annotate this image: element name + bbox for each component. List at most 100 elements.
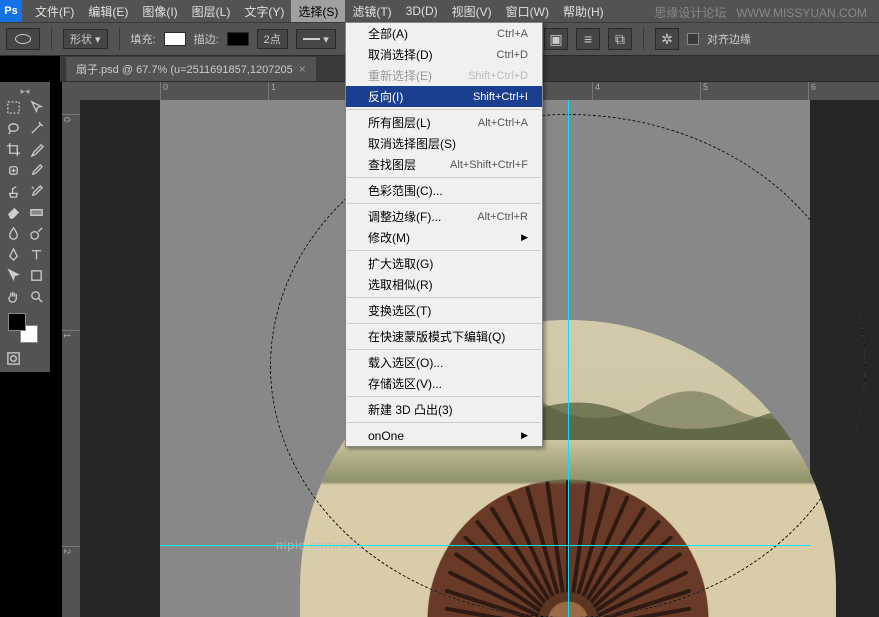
menu-item[interactable]: 变换选区(T) — [346, 300, 542, 321]
guide-horizontal[interactable] — [160, 545, 810, 546]
menu-item-label: 载入选区(O)... — [368, 354, 443, 371]
menu-item[interactable]: 在快速蒙版模式下编辑(Q) — [346, 326, 542, 347]
dodge-tool[interactable] — [25, 223, 47, 243]
menu-item-label: onOne — [368, 429, 404, 443]
brush-tool[interactable] — [25, 160, 47, 180]
menu-item[interactable]: 选取相似(R) — [346, 274, 542, 295]
zoom-tool[interactable] — [25, 286, 47, 306]
menu-item[interactable]: 载入选区(O)... — [346, 352, 542, 373]
menu-item[interactable]: 反向(I)Shift+Ctrl+I — [346, 86, 542, 107]
healing-brush-tool[interactable] — [2, 160, 24, 180]
move-tool[interactable] — [25, 97, 47, 117]
pen-tool[interactable] — [2, 244, 24, 264]
document-tab[interactable]: 扇子.psd @ 67.7% (u=2511691857,1207205 × — [66, 57, 316, 81]
menu-item[interactable]: 取消选择(D)Ctrl+D — [346, 44, 542, 65]
menu-item-label: 变换选区(T) — [368, 302, 431, 319]
menu-3d[interactable]: 3D(D) — [399, 0, 445, 22]
menu-separator — [347, 422, 541, 423]
crop-tool[interactable] — [2, 139, 24, 159]
menu-item-label: 调整边缘(F)... — [368, 208, 441, 225]
menu-item-label: 重新选择(E) — [368, 67, 432, 84]
ruler-tick: 4 — [592, 82, 600, 100]
ruler-origin[interactable] — [62, 82, 80, 100]
geometry-options-button[interactable]: ✲ — [655, 28, 679, 50]
toolbox-grip[interactable]: ▸◂ — [2, 86, 48, 96]
menu-item[interactable]: 取消选择图层(S) — [346, 133, 542, 154]
align-edges-checkbox[interactable] — [687, 33, 699, 45]
menu-图像[interactable]: 图像(I) — [135, 0, 184, 22]
blur-tool[interactable] — [2, 223, 24, 243]
ruler-tick: 0 — [62, 114, 80, 122]
menu-图层[interactable]: 图层(L) — [185, 0, 238, 22]
path-alignment-button[interactable]: ≡ — [576, 28, 600, 50]
menu-item[interactable]: 修改(M) ▶ — [346, 227, 542, 248]
menu-item[interactable]: 查找图层Alt+Shift+Ctrl+F — [346, 154, 542, 175]
menu-选择[interactable]: 选择(S) — [291, 0, 345, 22]
ruler-tick: 2 — [62, 546, 80, 554]
menu-item-shortcut: Ctrl+A — [497, 28, 528, 40]
eraser-tool[interactable] — [2, 202, 24, 222]
toolbox: ▸◂ — [0, 82, 50, 372]
select-menu-dropdown: 全部(A) Ctrl+A 取消选择(D)Ctrl+D重新选择(E)Shift+Ctr… — [345, 22, 543, 447]
menu-item-label: 新建 3D 凸出(3) — [368, 401, 453, 418]
ruler-tick: 5 — [700, 82, 708, 100]
stroke-swatch[interactable] — [227, 32, 249, 46]
path-selection-tool[interactable] — [2, 265, 24, 285]
menu-文字[interactable]: 文字(Y) — [237, 0, 291, 22]
menu-帮助[interactable]: 帮助(H) — [556, 0, 611, 22]
menu-滤镜[interactable]: 滤镜(T) — [345, 0, 398, 22]
menu-item[interactable]: 调整边缘(F)... Alt+Ctrl+R — [346, 206, 542, 227]
ruler-vertical[interactable]: 012 — [62, 100, 80, 617]
close-icon[interactable]: × — [299, 62, 306, 76]
type-tool[interactable] — [25, 244, 47, 264]
hand-tool[interactable] — [2, 286, 24, 306]
eyedropper-tool[interactable] — [25, 139, 47, 159]
quick-mask-toggle[interactable] — [2, 348, 24, 368]
menu-编辑[interactable]: 编辑(E) — [81, 0, 135, 22]
lasso-tool[interactable] — [2, 118, 24, 138]
menu-item-label: 修改(M) — [368, 229, 410, 246]
marquee-tool[interactable] — [2, 97, 24, 117]
menu-item[interactable]: 所有图层(L)Alt+Ctrl+A — [346, 112, 542, 133]
clone-stamp-tool[interactable] — [2, 181, 24, 201]
menu-separator — [347, 203, 541, 204]
ps-logo: Ps — [0, 0, 22, 22]
menu-item[interactable]: 新建 3D 凸出(3) — [346, 399, 542, 420]
color-wells[interactable] — [2, 311, 48, 347]
foreground-color-swatch[interactable] — [8, 313, 26, 331]
ruler-tick: 6 — [808, 82, 816, 100]
menu-item[interactable]: 色彩范围(C)... — [346, 180, 542, 201]
menu-item-label: 取消选择(D) — [368, 46, 433, 63]
menu-窗口[interactable]: 窗口(W) — [499, 0, 556, 22]
menu-separator — [347, 177, 541, 178]
menu-item[interactable]: 存储选区(V)... — [346, 373, 542, 394]
fill-swatch[interactable] — [164, 32, 186, 46]
menu-文件[interactable]: 文件(F) — [28, 0, 81, 22]
shape-mode-dropdown[interactable]: 形状▾ — [63, 29, 108, 49]
path-operations-button[interactable]: ▣ — [544, 28, 568, 50]
stroke-style-dropdown[interactable]: ▾ — [296, 29, 336, 49]
ruler-tick: 0 — [160, 82, 168, 100]
menu-item-shortcut: Alt+Ctrl+R — [477, 211, 528, 223]
menu-item-label: 所有图层(L) — [368, 114, 431, 131]
menu-item: 重新选择(E)Shift+Ctrl+D — [346, 65, 542, 86]
menu-item-label: 扩大选取(G) — [368, 255, 433, 272]
guide-vertical[interactable] — [568, 100, 569, 617]
tool-preset-button[interactable] — [6, 28, 40, 50]
history-brush-tool[interactable] — [25, 181, 47, 201]
menu-item[interactable]: onOne▶ — [346, 425, 542, 446]
menu-item-label: 全部(A) — [368, 25, 408, 42]
menu-item-label: 在快速蒙版模式下编辑(Q) — [368, 328, 505, 345]
shape-tool[interactable] — [25, 265, 47, 285]
menu-item[interactable]: 扩大选取(G) — [346, 253, 542, 274]
path-arrangement-button[interactable]: ⧉ — [608, 28, 632, 50]
menu-item[interactable]: 全部(A) Ctrl+A — [346, 23, 542, 44]
magic-wand-tool[interactable] — [25, 118, 47, 138]
menu-separator — [347, 396, 541, 397]
menu-separator — [347, 323, 541, 324]
menu-视图[interactable]: 视图(V) — [445, 0, 499, 22]
submenu-arrow-icon: ▶ — [521, 232, 528, 243]
gradient-tool[interactable] — [25, 202, 47, 222]
stroke-width-input[interactable]: 2点 — [257, 29, 288, 49]
menu-separator — [347, 250, 541, 251]
